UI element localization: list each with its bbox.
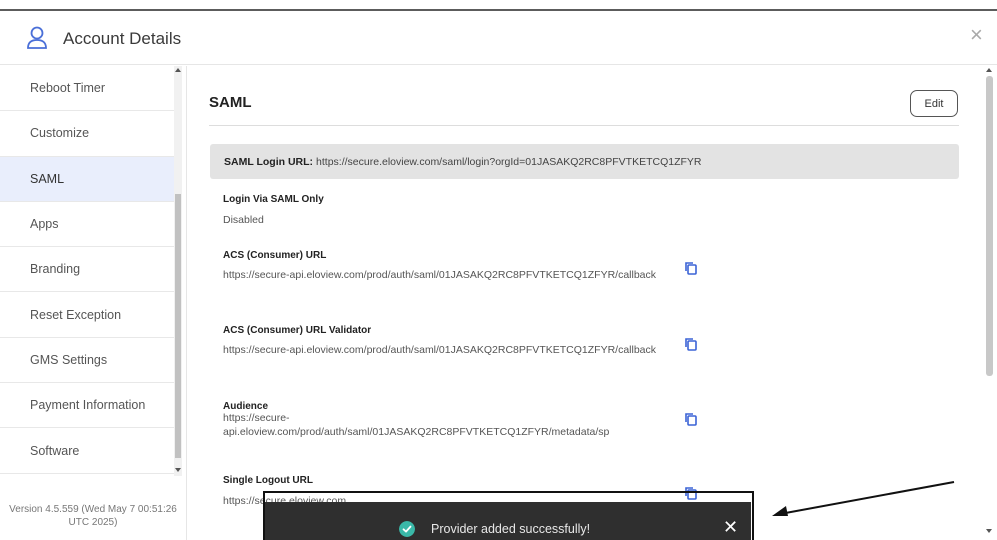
sidebar-item-software[interactable]: Software <box>0 428 174 474</box>
sidebar-item-gms-settings[interactable]: GMS Settings <box>0 338 174 384</box>
field-value: https://secure- <box>223 412 290 424</box>
section-divider <box>209 125 959 126</box>
sidebar-item-apps[interactable]: Apps <box>0 202 174 248</box>
toast-message: Provider added successfully! <box>431 522 591 536</box>
field-label: Login Via SAML Only <box>223 194 324 205</box>
field-label: ACS (Consumer) URL <box>223 250 327 261</box>
sidebar-item-label: Branding <box>30 262 81 277</box>
sidebar-item-label: GMS Settings <box>30 352 108 367</box>
scrollbar-thumb[interactable] <box>986 76 993 376</box>
login-url-label: SAML Login URL: <box>224 155 314 168</box>
sidebar-item-saml[interactable]: SAML <box>0 156 174 202</box>
sidebar-item-label: Reboot Timer <box>30 81 106 96</box>
sidebar-item-customize[interactable]: Customize <box>0 111 174 157</box>
sidebar-list: Reboot Timer Customize SAML Apps Brandin… <box>0 66 174 474</box>
version-line: Version 4.5.559 (Wed May 7 00:51:26 <box>9 504 177 515</box>
field-label: Audience <box>223 401 269 412</box>
sidebar-item-branding[interactable]: Branding <box>0 247 174 293</box>
sidebar-item-label: Software <box>30 443 80 458</box>
sidebar-item-label: Apps <box>30 217 59 232</box>
copy-icon[interactable] <box>684 412 698 426</box>
section-title: SAML <box>209 94 252 111</box>
copy-icon[interactable] <box>684 261 698 275</box>
saml-login-url-box: SAML Login URL: https://secure.eloview.c… <box>210 144 959 179</box>
dialog-header: Account Details × <box>0 12 997 65</box>
sidebar-scrollbar[interactable] <box>174 66 182 476</box>
user-icon <box>27 26 47 49</box>
sidebar-item-label: Payment Information <box>30 398 146 413</box>
field-label: ACS (Consumer) URL Validator <box>223 325 372 336</box>
close-icon[interactable]: ✕ <box>723 517 738 538</box>
sidebar-item-reset-exception[interactable]: Reset Exception <box>0 292 174 338</box>
scroll-up-icon[interactable] <box>175 68 181 72</box>
field-value: https://secure-api.eloview.com/prod/auth… <box>223 344 657 356</box>
scroll-down-icon[interactable] <box>986 529 992 533</box>
copy-icon[interactable] <box>684 337 698 351</box>
sidebar-item-payment-information[interactable]: Payment Information <box>0 383 174 429</box>
main-scrollbar[interactable] <box>984 66 994 540</box>
scroll-down-icon[interactable] <box>175 468 181 472</box>
sidebar-item-reboot-timer[interactable]: Reboot Timer <box>0 66 174 112</box>
field-value: https://secure-api.eloview.com/prod/auth… <box>223 269 657 281</box>
login-url-value: https://secure.eloview.com/saml/login?or… <box>316 155 702 168</box>
window-top-edge <box>0 0 997 12</box>
sidebar-item-label: SAML <box>30 171 65 186</box>
scroll-up-icon[interactable] <box>986 68 992 72</box>
sidebar: Reboot Timer Customize SAML Apps Brandin… <box>0 66 186 540</box>
sidebar-item-label: Customize <box>30 126 90 141</box>
check-circle-icon <box>399 521 415 537</box>
edit-button[interactable]: Edit <box>910 90 958 117</box>
dialog-title: Account Details <box>63 29 182 48</box>
success-toast: Provider added successfully! ✕ <box>265 502 751 540</box>
version-info: Version 4.5.559 (Wed May 7 00:51:26 UTC … <box>0 503 186 529</box>
version-line: UTC 2025) <box>68 517 118 528</box>
close-icon[interactable]: × <box>970 24 983 46</box>
field-label: Single Logout URL <box>223 475 313 486</box>
scrollbar-thumb[interactable] <box>175 194 181 458</box>
sidebar-item-label: Reset Exception <box>30 307 122 322</box>
main-panel: SAML Edit SAML Login URL: https://secure… <box>187 66 997 540</box>
annotation-arrow-icon <box>772 481 955 516</box>
field-value: api.eloview.com/prod/auth/saml/01JASAKQ2… <box>223 426 610 438</box>
field-value: Disabled <box>223 214 264 226</box>
